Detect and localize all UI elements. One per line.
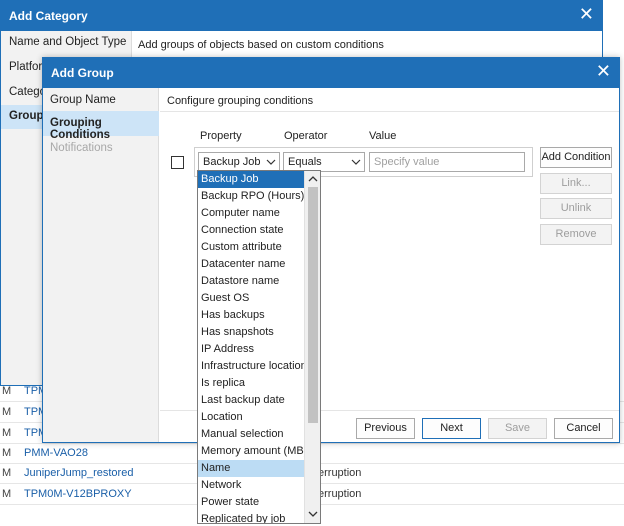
- row-status: erruption: [318, 467, 362, 479]
- row-prefix: M: [2, 427, 12, 439]
- add-group-title: Add Group: [51, 66, 114, 80]
- dropdown-option-datacenter-name[interactable]: Datacenter name: [198, 256, 304, 273]
- chevron-down-icon: [266, 159, 276, 165]
- property-select-value: Backup Job: [203, 156, 261, 168]
- step-name-and-object-type[interactable]: Name and Object Type: [9, 36, 126, 48]
- operator-select-value: Equals: [288, 156, 322, 168]
- dropdown-option-connection-state[interactable]: Connection state: [198, 222, 304, 239]
- column-header-operator: Operator: [284, 130, 328, 142]
- dropdown-option-has-snapshots[interactable]: Has snapshots: [198, 324, 304, 341]
- dropdown-option-location[interactable]: Location: [198, 409, 304, 426]
- dropdown-option-guest-os[interactable]: Guest OS: [198, 290, 304, 307]
- row-prefix: M: [2, 385, 12, 397]
- close-icon[interactable]: ✕: [579, 5, 594, 23]
- add-group-steps: Group Name Grouping Conditions Notificat…: [43, 88, 159, 442]
- row-link[interactable]: TPM0M-V12BPROXY: [24, 488, 132, 500]
- scroll-down-icon[interactable]: [308, 509, 318, 519]
- remove-button[interactable]: Remove: [540, 224, 612, 245]
- column-header-property: Property: [200, 130, 242, 142]
- dropdown-option-ip-address[interactable]: IP Address: [198, 341, 304, 358]
- add-group-dialog: Add Group ✕ Group Name Grouping Conditio…: [42, 57, 620, 443]
- dropdown-option-backup-rpo[interactable]: Backup RPO (Hours): [198, 188, 304, 205]
- dropdown-option-has-backups[interactable]: Has backups: [198, 307, 304, 324]
- add-category-titlebar[interactable]: Add Category ✕: [1, 1, 602, 31]
- add-group-titlebar[interactable]: Add Group ✕: [43, 58, 619, 88]
- dropdown-option-datastore-name[interactable]: Datastore name: [198, 273, 304, 290]
- row-prefix: M: [2, 488, 12, 500]
- operator-select[interactable]: Equals: [283, 152, 365, 172]
- dropdown-option-power-state[interactable]: Power state: [198, 494, 304, 511]
- row-status: erruption: [318, 488, 362, 500]
- chevron-down-icon: [351, 159, 361, 165]
- value-input[interactable]: Specify value: [369, 152, 525, 172]
- property-select[interactable]: Backup Job: [198, 152, 280, 172]
- dropdown-option-replicated-by-job[interactable]: Replicated by job: [198, 511, 304, 523]
- dropdown-option-infrastructure-location[interactable]: Infrastructure location: [198, 358, 307, 375]
- dropdown-option-custom-attribute[interactable]: Custom attribute: [198, 239, 304, 256]
- dropdown-option-last-backup-date[interactable]: Last backup date: [198, 392, 304, 409]
- dropdown-option-is-replica[interactable]: Is replica: [198, 375, 304, 392]
- row-prefix: M: [2, 467, 12, 479]
- row-prefix: M: [2, 447, 12, 459]
- step-group-name[interactable]: Group Name: [50, 94, 116, 106]
- step-grouping-conditions[interactable]: Grouping Conditions: [43, 111, 159, 141]
- link-button[interactable]: Link...: [540, 173, 612, 194]
- dropdown-option-backup-job[interactable]: Backup Job: [198, 171, 304, 188]
- previous-button[interactable]: Previous: [356, 418, 415, 439]
- property-dropdown-list[interactable]: Backup Job Backup RPO (Hours) Computer n…: [197, 170, 321, 524]
- save-button[interactable]: Save: [488, 418, 547, 439]
- row-prefix: M: [2, 406, 12, 418]
- dropdown-scrollbar[interactable]: [304, 171, 320, 523]
- row-link[interactable]: PMM-VAO28: [24, 447, 88, 459]
- dropdown-option-computer-name[interactable]: Computer name: [198, 205, 304, 222]
- dropdown-option-memory-amount[interactable]: Memory amount (MB): [198, 443, 307, 460]
- unlink-button[interactable]: Unlink: [540, 198, 612, 219]
- dropdown-option-manual-selection[interactable]: Manual selection: [198, 426, 304, 443]
- close-icon[interactable]: ✕: [596, 62, 611, 80]
- column-header-value: Value: [369, 130, 397, 142]
- next-button[interactable]: Next: [422, 418, 481, 439]
- add-category-title: Add Category: [9, 9, 88, 23]
- add-condition-button[interactable]: Add Condition: [540, 147, 612, 168]
- scroll-up-icon[interactable]: [308, 174, 318, 184]
- dropdown-option-name[interactable]: Name: [198, 460, 304, 477]
- scrollbar-thumb[interactable]: [308, 187, 318, 423]
- add-group-description: Configure grouping conditions: [167, 95, 314, 107]
- row-link[interactable]: JuniperJump_restored: [24, 467, 133, 479]
- header-divider: [160, 111, 619, 112]
- step-notifications: Notifications: [50, 142, 113, 154]
- cancel-button[interactable]: Cancel: [554, 418, 613, 439]
- condition-checkbox[interactable]: [171, 156, 184, 169]
- add-category-description: Add groups of objects based on custom co…: [138, 39, 384, 51]
- dropdown-option-network[interactable]: Network: [198, 477, 304, 494]
